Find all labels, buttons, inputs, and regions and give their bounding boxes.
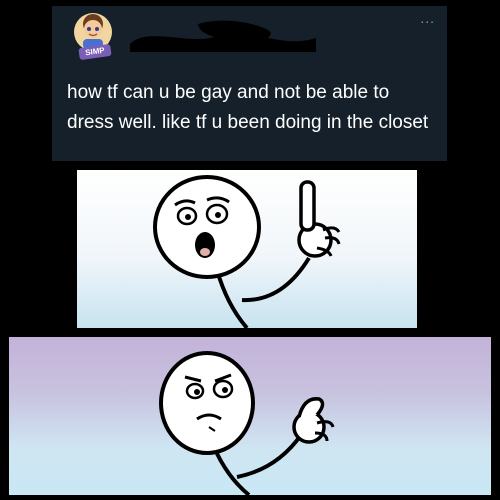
stickman-pointing-thinking-icon [159,351,335,495]
tweet-card: SIMP ... how tf can u be gay and not be … [52,6,447,161]
redacted-username [128,16,318,56]
meme-panel-bottom [9,337,491,495]
more-options-button[interactable]: ... [420,10,435,26]
tweet-text: how tf can u be gay and not be able to d… [67,82,429,133]
stickman-pointing-surprised-icon [153,175,341,328]
meme-panel-top [77,170,417,328]
